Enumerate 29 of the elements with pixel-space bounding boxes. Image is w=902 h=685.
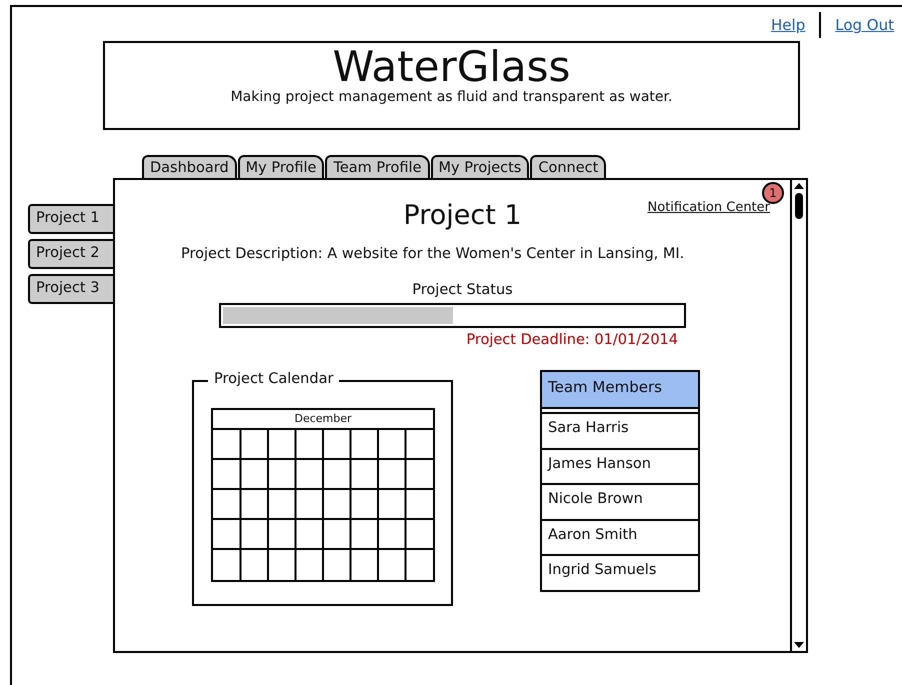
nav-tab[interactable]: Connect — [530, 155, 606, 178]
scroll-up-icon[interactable] — [793, 182, 805, 190]
month-label: December — [293, 411, 353, 427]
project-title: Project 1 — [403, 199, 522, 233]
team-member-item[interactable]: Nicole Brown — [542, 483, 698, 518]
project-description: Project Description: A website for the Women's Center in Lansing, MI. — [181, 246, 686, 262]
nav-tab[interactable]: Team Profile — [325, 155, 430, 178]
team-member-item[interactable]: Aaron Smith — [542, 518, 698, 554]
notification-badge: 1 — [762, 182, 784, 204]
status-label: Project Status — [411, 282, 514, 298]
project-tab[interactable]: Project 1 — [28, 204, 113, 234]
nav-tab[interactable]: My Projects — [430, 155, 530, 178]
team-member-item[interactable]: James Hanson — [542, 448, 698, 483]
nav-tab[interactable]: Dashboard — [142, 155, 237, 178]
top-link[interactable]: Log Out — [835, 16, 894, 34]
scrollbar[interactable] — [790, 180, 806, 651]
team-member-item[interactable]: Ingrid Samuels — [542, 554, 698, 590]
calendar-title: Project Calendar — [208, 371, 340, 387]
project-tab[interactable]: Project 2 — [28, 239, 113, 269]
team-header: Team Members — [542, 372, 698, 409]
team-member-item[interactable]: Sara Harris — [542, 412, 698, 448]
top-link[interactable]: Help — [771, 16, 806, 34]
nav-tab[interactable]: My Profile — [238, 155, 324, 178]
app-title: WaterGlass — [332, 45, 572, 89]
scroll-down-icon[interactable] — [793, 641, 805, 649]
deadline-text: Project Deadline: 01/01/2014 — [465, 332, 679, 348]
scroll-thumb[interactable] — [795, 193, 803, 219]
project-tab[interactable]: Project 3 — [28, 274, 113, 304]
tagline: Making project management as fluid and transparent as water. — [230, 89, 674, 105]
